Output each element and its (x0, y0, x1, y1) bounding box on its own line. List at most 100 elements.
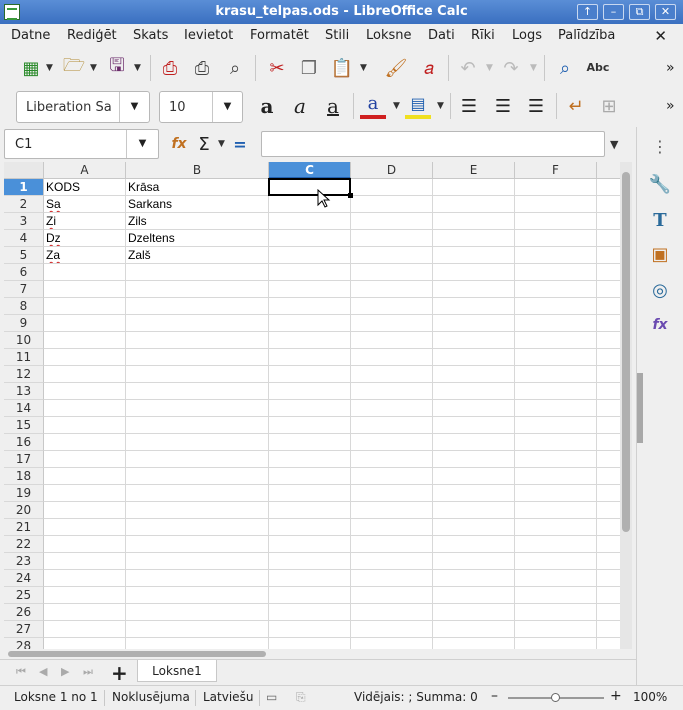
cell[interactable] (126, 485, 269, 502)
menu-stili[interactable]: Stili (325, 28, 349, 43)
bold-icon[interactable]: a (254, 93, 280, 119)
cell[interactable] (44, 298, 126, 315)
sum-dropdown-icon[interactable]: ▼ (218, 139, 225, 149)
menu-logs[interactable]: Logs (512, 28, 542, 43)
cell[interactable] (597, 179, 620, 196)
cell[interactable] (269, 621, 351, 638)
zoom-slider-thumb[interactable] (551, 693, 560, 702)
column-header-c[interactable]: C (269, 162, 351, 179)
cell[interactable] (433, 247, 515, 264)
sheet-tab-loksne1[interactable]: Loksne1 (137, 660, 217, 682)
highlight-dropdown-icon[interactable]: ▼ (437, 101, 444, 111)
menu-ievietot[interactable]: Ievietot (184, 28, 233, 43)
cell[interactable] (515, 519, 597, 536)
navigator-icon[interactable]: ◎ (647, 277, 673, 303)
column-header-e[interactable]: E (433, 162, 515, 179)
cell[interactable] (351, 434, 433, 451)
cell[interactable] (597, 247, 620, 264)
cell[interactable]: Dz (44, 230, 126, 247)
cell[interactable] (515, 400, 597, 417)
cell[interactable] (433, 349, 515, 366)
cell[interactable] (433, 468, 515, 485)
cell[interactable] (126, 281, 269, 298)
functions-icon[interactable]: fx (647, 312, 673, 338)
cell[interactable] (351, 179, 433, 196)
spellcheck-icon[interactable]: Abc (585, 54, 611, 80)
cell[interactable] (597, 298, 620, 315)
cell[interactable] (126, 315, 269, 332)
cell[interactable] (126, 264, 269, 281)
cell[interactable] (126, 587, 269, 604)
cell[interactable] (44, 264, 126, 281)
clone-formatting-icon[interactable]: 🖌 (383, 55, 409, 81)
cell[interactable] (597, 332, 620, 349)
cell[interactable] (515, 213, 597, 230)
row-header-4[interactable]: 4 (4, 230, 44, 247)
align-right-icon[interactable]: ☰ (523, 93, 549, 119)
cell[interactable] (433, 230, 515, 247)
cell[interactable] (515, 434, 597, 451)
row-header-19[interactable]: 19 (4, 485, 44, 502)
undo-icon[interactable]: ↶ (455, 55, 481, 81)
row-header-7[interactable]: 7 (4, 281, 44, 298)
cell[interactable] (597, 604, 620, 621)
cell[interactable] (269, 230, 351, 247)
chevron-down-icon[interactable]: ▼ (119, 92, 149, 122)
cell[interactable] (44, 281, 126, 298)
minimize-button[interactable]: – (603, 4, 624, 20)
clear-formatting-icon[interactable]: 𝑎 (416, 55, 442, 81)
cell[interactable] (44, 417, 126, 434)
cell[interactable] (44, 468, 126, 485)
close-window-button[interactable]: ✕ (655, 4, 676, 20)
cell[interactable] (433, 264, 515, 281)
toolbar-more-button[interactable]: » (666, 60, 675, 76)
menu-palidziba[interactable]: Palīdzība (558, 28, 615, 43)
cell[interactable] (44, 536, 126, 553)
cell[interactable] (433, 536, 515, 553)
cell[interactable] (269, 247, 351, 264)
cell[interactable] (433, 502, 515, 519)
row-header-5[interactable]: 5 (4, 247, 44, 264)
cell[interactable] (515, 230, 597, 247)
row-header-10[interactable]: 10 (4, 332, 44, 349)
cell[interactable] (351, 366, 433, 383)
cell[interactable] (351, 502, 433, 519)
cell[interactable] (597, 417, 620, 434)
row-header-18[interactable]: 18 (4, 468, 44, 485)
column-header-a[interactable]: A (44, 162, 126, 179)
maximize-button[interactable]: ⧉ (629, 4, 650, 20)
cell[interactable] (44, 332, 126, 349)
cell[interactable] (433, 621, 515, 638)
cell[interactable] (269, 315, 351, 332)
formula-input[interactable] (261, 131, 605, 157)
cell[interactable] (44, 349, 126, 366)
cell[interactable] (44, 400, 126, 417)
cell[interactable] (126, 638, 269, 649)
cell[interactable] (597, 264, 620, 281)
cell[interactable] (126, 417, 269, 434)
wrap-text-icon[interactable]: ↵ (563, 93, 589, 119)
cell[interactable] (269, 638, 351, 649)
cell[interactable] (597, 536, 620, 553)
cell[interactable] (126, 434, 269, 451)
cell[interactable] (515, 604, 597, 621)
row-header-1[interactable]: 1 (4, 179, 44, 196)
menu-riki[interactable]: Rīki (471, 28, 495, 43)
cell[interactable] (44, 570, 126, 587)
cell[interactable] (351, 451, 433, 468)
name-box[interactable]: C1 ▼ (4, 129, 159, 159)
row-header-28[interactable]: 28 (4, 638, 44, 649)
cell[interactable] (351, 485, 433, 502)
cell[interactable] (269, 383, 351, 400)
new-dropdown-icon[interactable]: ▼ (46, 63, 53, 73)
cell[interactable] (44, 638, 126, 649)
cell[interactable] (269, 536, 351, 553)
cell[interactable] (269, 264, 351, 281)
window-up-button[interactable]: ↑ (577, 4, 598, 20)
cell[interactable] (433, 587, 515, 604)
menu-dati[interactable]: Dati (428, 28, 455, 43)
row-header-27[interactable]: 27 (4, 621, 44, 638)
scroll-thumb[interactable] (622, 172, 630, 532)
open-folder-icon[interactable]: 🗁 (61, 55, 87, 81)
chevron-down-icon[interactable]: ▼ (212, 92, 242, 122)
